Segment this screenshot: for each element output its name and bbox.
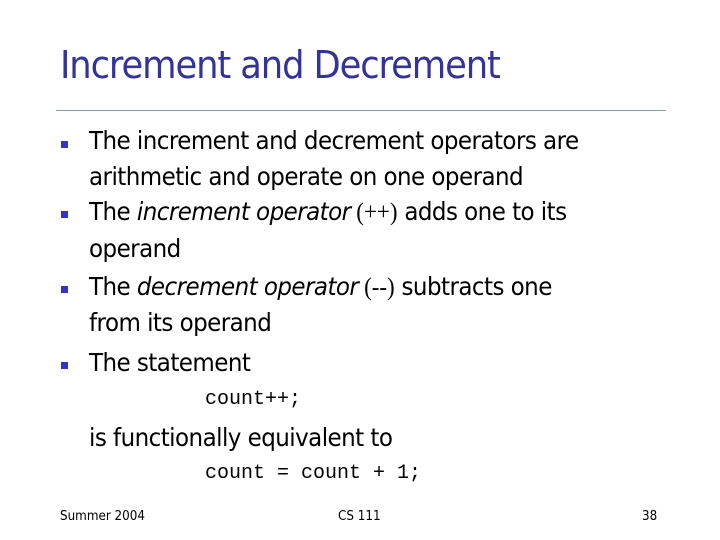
bullet-icon <box>61 362 68 369</box>
bullet-icon <box>61 211 68 218</box>
bullet-icon <box>61 141 68 148</box>
bullet-3-line-1: The decrement operator (--) subtracts on… <box>89 274 552 300</box>
bullet-icon <box>61 286 68 293</box>
decrement-operator-term: decrement operator <box>136 272 359 301</box>
footer-date: Summer 2004 <box>60 509 145 524</box>
slide-title: Increment and Decrement <box>60 43 501 87</box>
bullet-3-prefix: The <box>89 272 137 301</box>
bullet-1-line-1: The increment and decrement operators ar… <box>89 126 579 155</box>
increment-operator-term: increment operator <box>136 197 351 226</box>
footer-course: CS 111 <box>338 509 381 524</box>
bullet-3-suffix: subtracts one <box>394 272 552 301</box>
bullet-2-suffix: adds one to its <box>397 197 567 226</box>
decrement-operator-symbol: (--) <box>358 274 395 301</box>
title-divider <box>56 110 666 111</box>
footer-page-number: 38 <box>642 509 658 524</box>
continuation-text: is functionally equivalent to <box>89 423 393 452</box>
increment-operator-symbol: (++) <box>350 199 398 226</box>
code-line-equivalent: count = count + 1; <box>205 462 422 485</box>
bullet-1-line-2: arithmetic and operate on one operand <box>89 162 524 191</box>
code-line-increment: count++; <box>205 388 302 411</box>
bullet-2-prefix: The <box>89 197 137 226</box>
bullet-3-line-2: from its operand <box>89 308 272 337</box>
bullet-2-line-1: The increment operator (++) adds one to … <box>89 199 567 225</box>
bullet-4-line-1: The statement <box>89 348 251 377</box>
bullet-2-line-2: operand <box>89 234 181 263</box>
